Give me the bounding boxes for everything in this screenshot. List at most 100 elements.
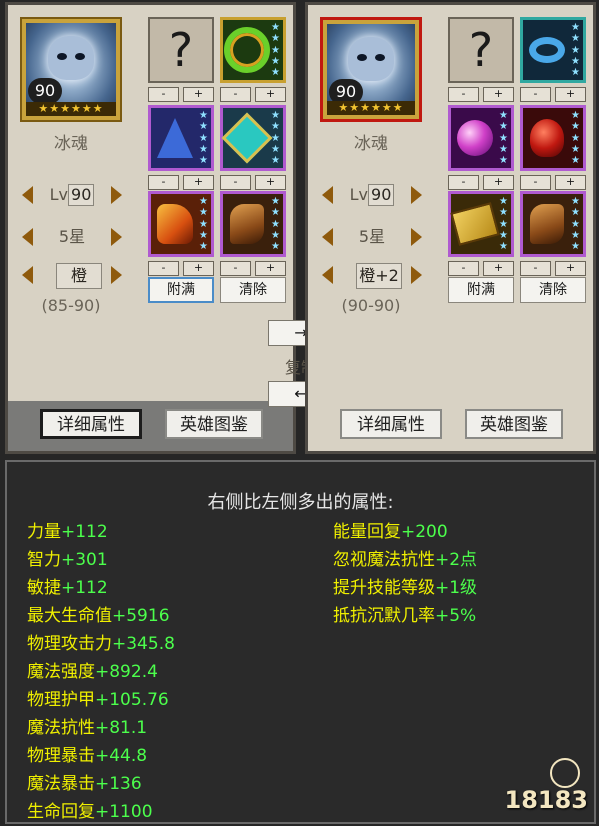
minus-button[interactable]: - [220,175,251,190]
arrow-left-icon[interactable] [22,266,33,284]
attr-row: 物理暴击+44.8 [27,746,148,766]
hero-portrait[interactable]: 90 ★★★★★★ [320,17,422,122]
level-input[interactable]: 90 [68,184,95,206]
slot-5-stepper: - + [448,261,514,276]
slot-6-stepper: - + [220,261,286,276]
slot-3-stepper: - + [448,175,514,190]
hero-name: 冰魂 [54,134,88,154]
arrow-left-icon[interactable] [322,266,333,284]
slot-1-stepper: - + [148,87,214,102]
attr-row: 抵抗沉默几率+5% [333,606,477,626]
equip-slot-2[interactable]: ★ ★ ★ ★ ★ [520,17,586,83]
plus-button[interactable]: + [255,261,286,276]
star-strip: ★★★★★★ [26,102,116,116]
minus-button[interactable]: - [220,261,251,276]
equip-slot-4[interactable]: ★ ★ ★ ★ ★ [220,105,286,171]
slot-3-stepper: - + [148,175,214,190]
equip-slot-1[interactable]: ? [448,17,514,83]
quality-selector: 橙 [22,263,122,289]
plus-button[interactable]: + [183,175,214,190]
blue-bracelet-icon [525,22,569,78]
slot-2-stepper: - + [220,87,286,102]
arrow-left-icon[interactable] [322,228,333,246]
plus-button[interactable]: + [483,87,514,102]
equip-slot-2[interactable]: ★ ★ ★ ★ ★ [220,17,286,83]
slot-6-stepper: - + [520,261,586,276]
level-selector: Lv 90 [322,183,422,209]
clear-button[interactable]: 清除 [520,277,586,303]
magic-orb-icon [453,110,497,166]
minus-button[interactable]: - [520,87,551,102]
arrow-right-icon[interactable] [411,186,422,204]
star-rank: 5星 [358,227,386,246]
minus-button[interactable]: - [220,87,251,102]
arrow-left-icon[interactable] [322,186,333,204]
equip-slot-1[interactable]: ? [148,17,214,83]
attr-row: 敏捷+112 [27,578,108,598]
minus-button[interactable]: - [520,261,551,276]
hero-codex-button[interactable]: 英雄图鉴 [465,409,563,439]
arrow-right-icon[interactable] [111,186,122,204]
equip-slot-3[interactable]: ★ ★ ★ ★ ★ [448,105,514,171]
plus-button[interactable]: + [555,175,586,190]
attr-row: 最大生命值+5916 [27,606,170,626]
attr-row: 物理护甲+105.76 [27,690,169,710]
minus-button[interactable]: - [148,175,179,190]
minus-button[interactable]: - [148,87,179,102]
panel-footer: 详细属性 英雄图鉴 [308,401,593,451]
watermark-logo-icon [550,758,580,788]
plus-button[interactable]: + [255,175,286,190]
diff-title: 右侧比左侧多出的属性: [207,492,394,513]
quality-value[interactable]: 橙+2 [356,263,402,289]
teal-amulet-icon [221,110,273,166]
attr-row: 魔法暴击+136 [27,774,142,794]
equip-slot-6[interactable]: ★ ★ ★ ★ ★ [520,191,586,257]
attr-row: 提升技能等级+1级 [333,578,478,598]
minus-button[interactable]: - [520,175,551,190]
attr-row: 生命回复+1100 [27,802,153,822]
star-rank: 5星 [58,227,86,246]
plus-button[interactable]: + [183,87,214,102]
green-ring-icon [224,22,270,78]
minus-button[interactable]: - [448,175,479,190]
detail-attributes-button[interactable]: 详细属性 [40,409,142,439]
detail-attributes-button[interactable]: 详细属性 [340,409,442,439]
arrow-left-icon[interactable] [22,228,33,246]
equip-slot-5[interactable]: ★ ★ ★ ★ ★ [448,191,514,257]
minus-button[interactable]: - [148,261,179,276]
arrow-right-icon[interactable] [411,228,422,246]
equip-slot-3[interactable]: ★ ★ ★ ★ ★ [148,105,214,171]
clear-button[interactable]: 清除 [220,277,286,303]
fill-all-button[interactable]: 附满 [148,277,214,303]
star-selector: 5星 [322,225,422,251]
wizard-hat-icon [153,110,197,166]
spellbook-icon [450,196,500,252]
plus-button[interactable]: + [555,87,586,102]
equip-slot-6[interactable]: ★ ★ ★ ★ ★ [220,191,286,257]
minus-button[interactable]: - [448,261,479,276]
plus-button[interactable]: + [483,175,514,190]
level-input[interactable]: 90 [368,184,395,206]
arrow-right-icon[interactable] [111,266,122,284]
attr-row: 智力+301 [27,550,108,570]
minus-button[interactable]: - [448,87,479,102]
plus-button[interactable]: + [255,87,286,102]
arrow-right-icon[interactable] [411,266,422,284]
attr-row: 魔法抗性+81.1 [27,718,148,738]
arrow-left-icon[interactable] [22,186,33,204]
star-strip: ★★★★★★ [327,101,415,115]
fire-gauntlet-icon [153,196,197,252]
equip-slot-4[interactable]: ★ ★ ★ ★ ★ [520,105,586,171]
fill-all-button[interactable]: 附满 [448,277,514,303]
hero-portrait[interactable]: 90 ★★★★★★ [20,17,122,122]
plus-button[interactable]: + [183,261,214,276]
panel-footer: 详细属性 英雄图鉴 [8,401,293,451]
level-range: (90-90) [341,296,401,315]
arrow-right-icon[interactable] [111,228,122,246]
quality-value[interactable]: 橙 [56,263,102,289]
plus-button[interactable]: + [483,261,514,276]
equip-slot-5[interactable]: ★ ★ ★ ★ ★ [148,191,214,257]
hero-codex-button[interactable]: 英雄图鉴 [165,409,263,439]
star-selector: 5星 [22,225,122,251]
plus-button[interactable]: + [555,261,586,276]
